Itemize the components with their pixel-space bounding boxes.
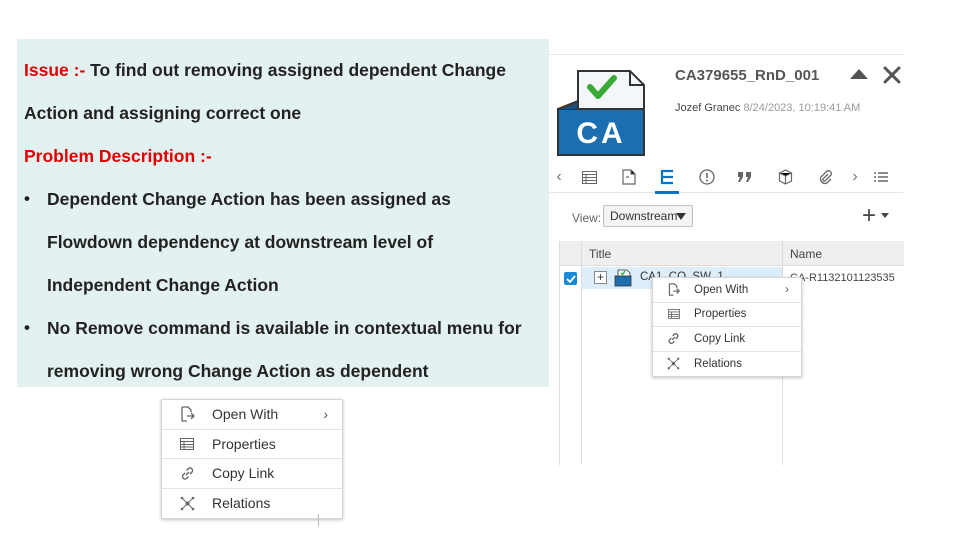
change-action-title: CA379655_RnD_001 (675, 67, 820, 84)
issue-line: Issue :- To find out removing assigned d… (24, 60, 506, 80)
tab-structure[interactable] (657, 167, 677, 187)
divider-fragment (318, 514, 319, 526)
menu-item-label: Copy Link (694, 332, 746, 345)
bullet-1-line-1: Dependent Change Action has been assigne… (47, 189, 451, 209)
checkmark-icon (565, 274, 576, 283)
list-icon (874, 172, 888, 182)
column-header-title[interactable]: Title (589, 247, 611, 261)
menu-item-copy-link[interactable]: Copy Link (162, 459, 342, 489)
tab-document[interactable] (619, 167, 639, 187)
menu-item-relations[interactable]: Relations (162, 489, 342, 519)
close-button[interactable] (881, 64, 903, 86)
chevron-left-icon: ‹ (556, 168, 562, 185)
chevron-right-icon: › (852, 168, 858, 185)
menu-item-label: Relations (694, 357, 742, 370)
expand-button[interactable]: + (594, 271, 607, 284)
paperclip-icon (819, 170, 832, 185)
menu-item-label: Properties (212, 435, 276, 452)
relations-icon (179, 495, 195, 511)
scroll-right-button[interactable]: › (845, 167, 865, 187)
owner-line: Jozef Granec 8/24/2023, 10:19:41 AM (675, 102, 860, 114)
caret-down-icon (676, 213, 686, 220)
submenu-arrow-icon: › (323, 406, 328, 423)
bullet-1-line-2: Flowdown dependency at downstream level … (47, 232, 434, 252)
issue-text-continued: Action and assigning correct one (24, 103, 302, 123)
add-button[interactable]: + (862, 202, 890, 229)
bullet-marker: • (24, 318, 30, 337)
problem-description-label: Problem Description :- (24, 146, 212, 166)
modified-date: 8/24/2023, 10:19:41 AM (743, 102, 861, 114)
bullet-2-line-1: No Remove command is available in contex… (47, 318, 522, 338)
issue-description-panel: Issue :- To find out removing assigned d… (17, 39, 549, 387)
active-tab-indicator (655, 191, 679, 194)
view-label: View: (572, 211, 602, 225)
collapse-header-button[interactable] (848, 64, 870, 84)
menu-item-label: Properties (694, 308, 747, 321)
properties-icon (179, 436, 195, 452)
menu-item-label: Relations (212, 495, 271, 512)
column-header-name[interactable]: Name (790, 247, 822, 261)
link-icon (179, 465, 195, 481)
open-with-icon (179, 406, 195, 422)
tab-comments[interactable] (735, 167, 755, 187)
menu-item-copy-link[interactable]: Copy Link (653, 327, 801, 352)
more-tabs-button[interactable] (871, 167, 891, 187)
plus-icon: + (862, 202, 877, 229)
ca-icon-text: CA (576, 117, 625, 150)
row-name-cell: CA-R1132101123535 (790, 272, 895, 284)
cube-icon (778, 169, 792, 185)
table-icon (581, 170, 597, 184)
scroll-left-button[interactable]: ‹ (549, 167, 569, 187)
view-dropdown-value: Downstream (610, 209, 678, 223)
grid-header: Title Name (560, 241, 904, 266)
menu-item-label: Open With (212, 406, 279, 423)
tab-3d[interactable] (775, 167, 795, 187)
bullet-marker: • (24, 189, 30, 208)
change-action-panel: CA CA379655_RnD_001 Jozef Granec 8/24/20… (549, 54, 904, 466)
tab-toolbar: ‹ › (549, 163, 903, 194)
bullet-2-line-2: removing wrong Change Action as dependen… (47, 361, 429, 381)
open-with-icon (667, 283, 680, 297)
structure-icon (660, 169, 673, 185)
context-menu-enlarged: Open With › Properties Copy Link Relatio… (161, 399, 343, 519)
link-icon (667, 332, 680, 345)
submenu-arrow-icon: › (785, 283, 789, 296)
menu-item-label: Open With (694, 283, 749, 296)
menu-item-properties[interactable]: Properties (653, 303, 801, 327)
exclamation-icon (699, 169, 715, 185)
menu-item-open-with[interactable]: Open With › (162, 400, 342, 430)
issue-label: Issue :- (24, 60, 86, 80)
caret-down-icon (881, 213, 889, 218)
tab-issues[interactable] (697, 167, 717, 187)
owner-name: Jozef Granec (675, 102, 741, 114)
context-menu: Open With › Properties Copy Link Relatio… (652, 277, 802, 377)
issue-text: To find out removing assigned dependent … (85, 60, 506, 80)
document-icon (622, 169, 636, 185)
menu-item-open-with[interactable]: Open With › (653, 278, 801, 303)
change-action-object-icon: CA (556, 67, 650, 157)
menu-item-properties[interactable]: Properties (162, 430, 342, 459)
menu-item-label: Copy Link (212, 465, 275, 482)
view-dropdown[interactable]: Downstream (603, 205, 693, 227)
menu-item-relations[interactable]: Relations (653, 352, 801, 377)
change-action-small-icon (614, 269, 632, 287)
tab-attachments[interactable] (815, 167, 835, 187)
close-icon (883, 66, 901, 84)
row-checkbox[interactable] (564, 272, 577, 285)
quote-icon (738, 172, 751, 182)
relations-icon (667, 357, 680, 370)
properties-icon (667, 308, 680, 321)
bullet-1-line-3: Independent Change Action (47, 275, 279, 295)
tab-properties[interactable] (579, 167, 599, 187)
